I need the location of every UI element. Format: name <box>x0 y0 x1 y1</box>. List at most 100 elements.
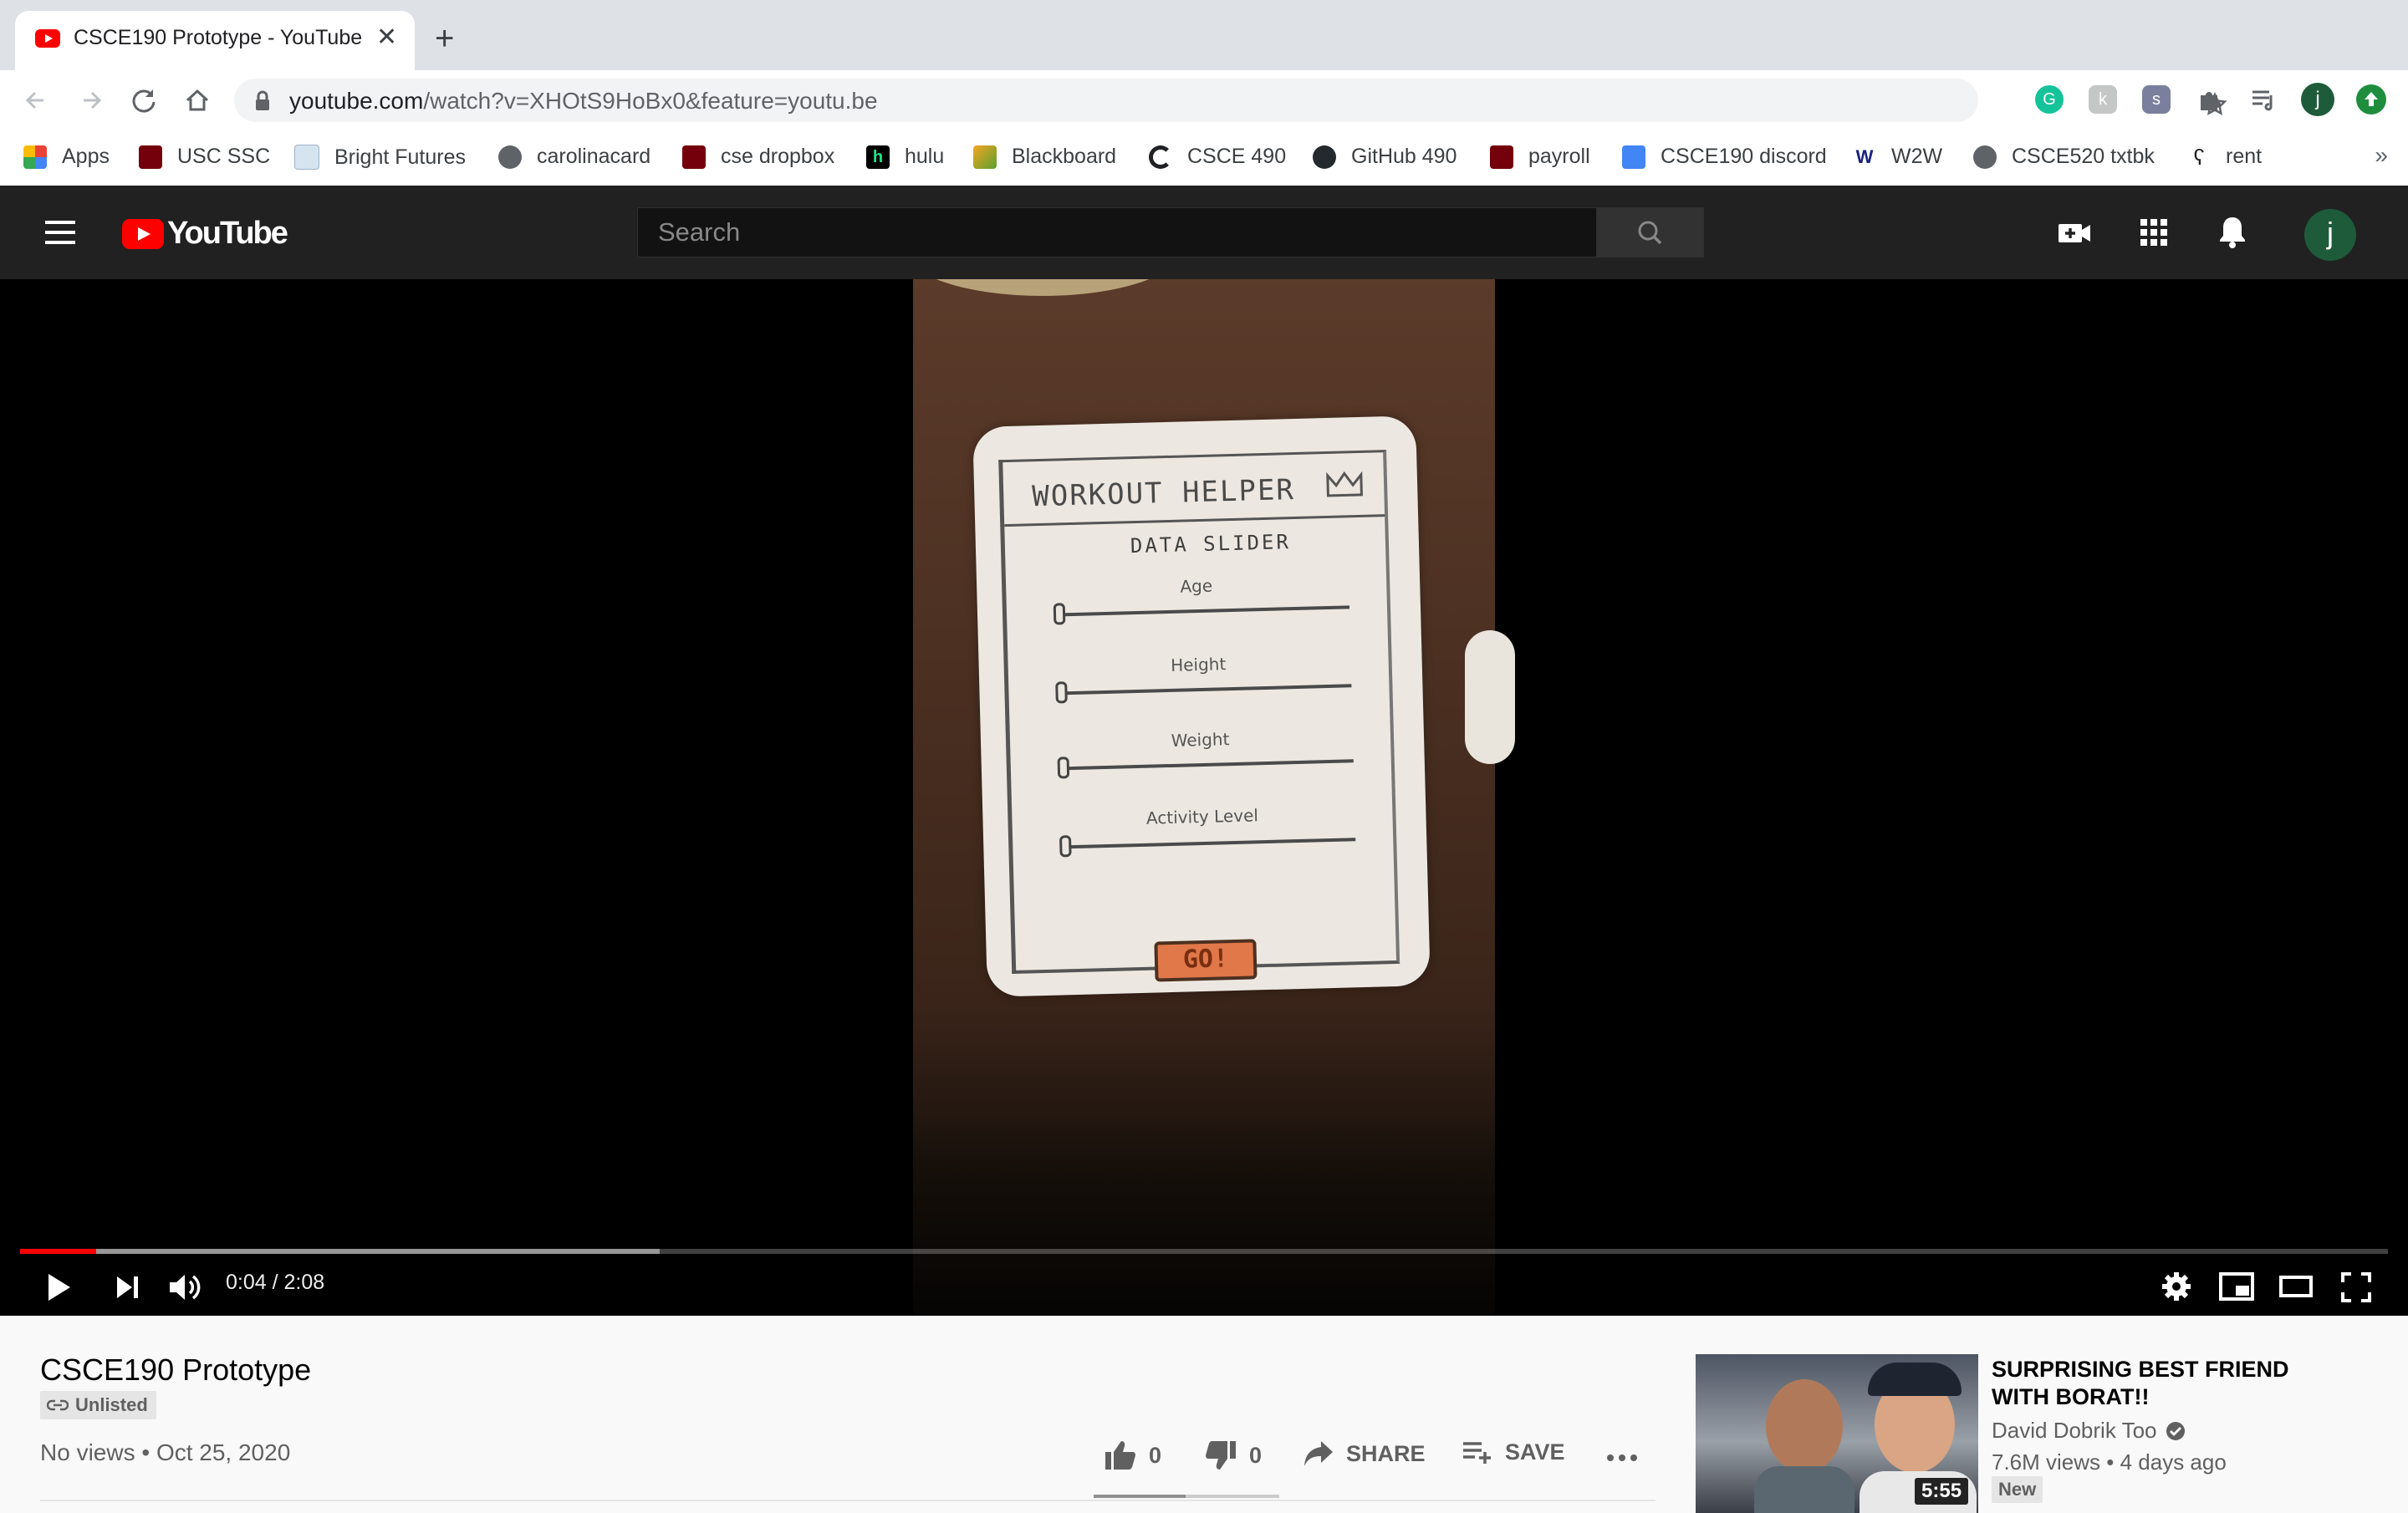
search-box <box>637 207 1597 257</box>
unlisted-badge: Unlisted <box>40 1391 156 1419</box>
theater-mode-icon[interactable] <box>2279 1276 2313 1297</box>
lock-icon[interactable] <box>254 90 271 112</box>
sketch-go-button: GO! <box>1154 939 1258 982</box>
bookmarks-bar: Apps USC SSC Bright Futures carolinacard… <box>0 130 2408 187</box>
account-avatar[interactable]: j <box>2304 209 2356 261</box>
new-badge: New <box>1992 1476 2043 1503</box>
bookmark-cse-dropbox[interactable]: cse dropbox <box>682 145 834 169</box>
globe-icon <box>498 145 522 169</box>
bookmark-carolinacard[interactable]: carolinacard <box>498 145 650 169</box>
update-icon[interactable] <box>2356 84 2386 115</box>
grammarly-extension-icon[interactable]: G <box>2035 85 2064 114</box>
sketch-subtitle: DATA SLIDER <box>1130 530 1292 558</box>
sentiment-bar-fill <box>1094 1495 1186 1498</box>
recommended-video-title[interactable]: SURPRISING BEST FRIEND WITH BORAT!! <box>1992 1356 2343 1411</box>
create-video-icon[interactable] <box>2057 217 2092 247</box>
bookmark-usc-ssc[interactable]: USC SSC <box>139 145 270 169</box>
youtube-logo[interactable]: YouTube <box>122 216 288 252</box>
volume-icon[interactable] <box>167 1271 204 1304</box>
link-icon <box>47 1399 69 1411</box>
address-bar[interactable]: youtube.com/watch?v=XHOtS9HoBx0&feature=… <box>234 79 2227 122</box>
search-input[interactable] <box>638 208 1596 257</box>
slider-track-height <box>1059 684 1352 695</box>
bookmark-apps[interactable]: Apps <box>23 145 110 169</box>
paper-prototype: WORKOUT HELPER DATA SLIDER Age Height We… <box>972 415 1431 997</box>
url-path: /watch?v=XHOtS9HoBx0&feature=youtu.be <box>423 88 878 114</box>
bookmarks-overflow-button[interactable]: » <box>2375 142 2388 169</box>
bookmark-csce520-txtbk[interactable]: CSCE520 txtbk <box>1973 145 2155 169</box>
browser-tab[interactable]: CSCE190 Prototype - YouTube ✕ <box>15 11 415 70</box>
bookmark-label: Blackboard <box>1012 145 1117 168</box>
plate-image <box>905 279 1181 296</box>
bookmark-bright-futures[interactable]: Bright Futures <box>294 145 466 170</box>
bookmark-hulu[interactable]: h hulu <box>866 145 944 169</box>
bookmark-w2w[interactable]: W W2W <box>1853 145 1942 169</box>
video-player[interactable]: WORKOUT HELPER DATA SLIDER Age Height We… <box>0 279 2408 1316</box>
crown-icon <box>1324 470 1365 501</box>
search-icon <box>1638 221 1662 245</box>
back-arrow-icon[interactable] <box>18 82 55 119</box>
share-button[interactable]: SHARE <box>1303 1439 1426 1468</box>
save-button[interactable]: SAVE <box>1462 1439 1565 1465</box>
globe-icon <box>1973 145 1997 169</box>
like-button[interactable]: 0 <box>1104 1439 1161 1471</box>
c-icon <box>1149 145 1172 169</box>
url-text[interactable]: youtube.com/watch?v=XHOtS9HoBx0&feature=… <box>289 88 878 115</box>
url-host: youtube.com <box>289 88 424 114</box>
sentiment-bar <box>1094 1495 1279 1498</box>
close-tab-icon[interactable]: ✕ <box>376 23 397 53</box>
bookmark-label: USC SSC <box>177 145 271 168</box>
bookmark-rent[interactable]: ʕ rent <box>2187 145 2263 169</box>
hand-image <box>1465 630 1515 764</box>
person-body-left <box>1754 1466 1854 1513</box>
bookmark-label: hulu <box>905 145 945 168</box>
hamburger-menu-icon[interactable] <box>43 219 77 246</box>
progress-buffered <box>20 1249 660 1254</box>
divider <box>40 1500 1656 1501</box>
dislike-button[interactable]: 0 <box>1204 1439 1262 1471</box>
progress-bar[interactable] <box>20 1249 2388 1254</box>
bookmark-label: payroll <box>1528 145 1590 168</box>
slider-knob-height <box>1055 681 1068 704</box>
usc-icon <box>139 145 162 169</box>
extensions-puzzle-icon[interactable] <box>2196 85 2224 114</box>
reading-list-icon[interactable] <box>2249 85 2278 114</box>
bookmark-csce190-discord[interactable]: CSCE190 discord <box>1622 145 1827 169</box>
controls-gradient <box>0 1115 2408 1316</box>
thumbs-up-icon <box>1105 1441 1135 1470</box>
bookmark-label: carolinacard <box>537 145 651 168</box>
sketch-app-title: WORKOUT HELPER <box>1031 472 1296 514</box>
bookmark-github-490[interactable]: GitHub 490 <box>1313 145 1457 169</box>
apps-grid-icon[interactable] <box>2139 217 2169 247</box>
extension-s-icon[interactable]: s <box>2142 85 2171 114</box>
blackboard-icon <box>973 145 997 169</box>
browser-toolbar: youtube.com/watch?v=XHOtS9HoBx0&feature=… <box>0 70 2408 130</box>
bookmark-blackboard[interactable]: Blackboard <box>973 145 1116 169</box>
recommended-video-channel[interactable]: David Dobrik Too <box>1992 1418 2186 1444</box>
sketch-divider <box>1004 514 1385 527</box>
usc-icon <box>682 145 706 169</box>
slider-knob-age <box>1053 603 1066 625</box>
extension-k-icon[interactable]: k <box>2089 85 2117 114</box>
play-icon[interactable] <box>45 1272 72 1302</box>
fullscreen-icon[interactable] <box>2341 1272 2371 1302</box>
forward-arrow-icon[interactable] <box>72 82 109 119</box>
new-tab-button[interactable]: + <box>435 22 454 55</box>
slider-track-activity <box>1063 838 1356 849</box>
search-button[interactable] <box>1597 207 1704 257</box>
home-icon[interactable] <box>179 82 216 119</box>
more-actions-icon[interactable] <box>1605 1453 1639 1463</box>
profile-avatar[interactable]: j <box>2301 83 2334 116</box>
youtube-wordmark: YouTube <box>167 216 288 251</box>
bookmark-payroll[interactable]: payroll <box>1490 145 1590 169</box>
bookmark-label: CSCE190 discord <box>1661 145 1827 168</box>
verified-check-icon <box>2166 1421 2185 1440</box>
slider-label-activity: Activity Level <box>1145 805 1259 828</box>
next-video-icon[interactable] <box>114 1274 140 1301</box>
reload-icon[interactable] <box>125 82 162 119</box>
notifications-bell-icon[interactable] <box>2217 214 2247 249</box>
settings-gear-icon[interactable] <box>2161 1271 2192 1302</box>
bookmark-label: GitHub 490 <box>1351 145 1457 168</box>
bookmark-csce-490[interactable]: CSCE 490 <box>1149 145 1286 169</box>
miniplayer-icon[interactable] <box>2219 1272 2254 1301</box>
